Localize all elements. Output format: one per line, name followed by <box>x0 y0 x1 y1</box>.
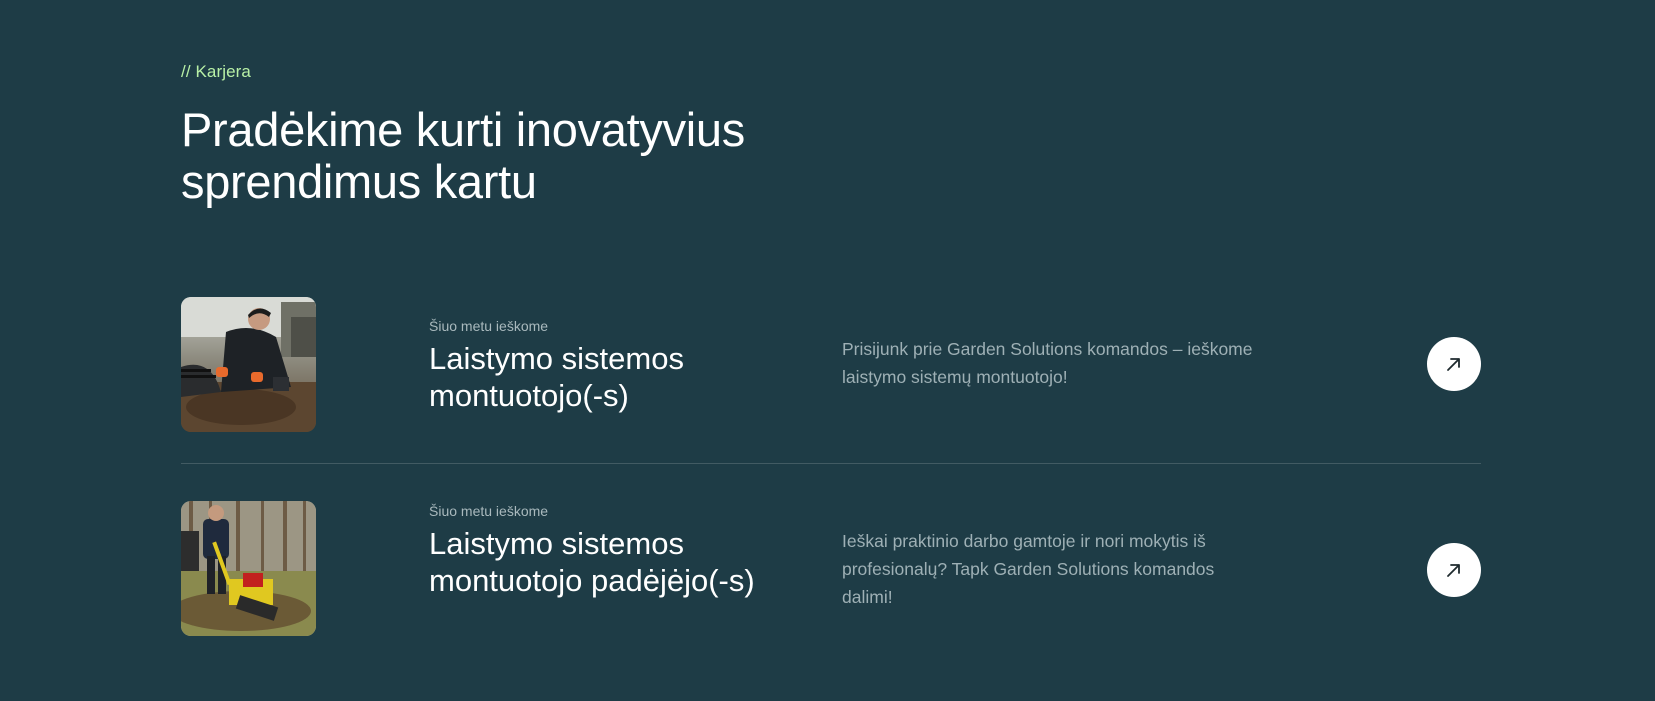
job-overline: Šiuo metu ieškome <box>429 318 549 334</box>
job-title[interactable]: Laistymo sistemos montuotojo(-s) <box>429 340 769 414</box>
job-photo <box>181 297 316 432</box>
job-open-button[interactable] <box>1427 543 1481 597</box>
job-overline: Šiuo metu ieškome <box>429 503 549 519</box>
job-photo <box>181 501 316 636</box>
job-open-button[interactable] <box>1427 337 1481 391</box>
job-description: Ieškai praktinio darbo gamtoje ir nori m… <box>842 531 1215 607</box>
arrow-up-right-icon <box>1447 358 1460 371</box>
section-eyebrow: // Karjera <box>181 62 251 81</box>
section-heading: Pradėkime kurti inovatyvius sprendimus k… <box>181 103 745 208</box>
job-title[interactable]: Laistymo sistemos montuotojo padėjėjo(-s… <box>429 525 769 599</box>
job-listing[interactable]: Šiuo metu ieškome Laistymo sistemos mont… <box>181 297 1481 434</box>
careers-section: // Karjera Pradėkime kurti inovatyvius s… <box>181 0 1481 701</box>
row-divider <box>181 463 1481 464</box>
job-listing[interactable]: Šiuo metu ieškome Laistymo sistemos mont… <box>181 501 1481 661</box>
job-description: Prisijunk prie Garden Solutions komandos… <box>842 339 1253 387</box>
arrow-up-right-icon <box>1447 564 1460 577</box>
